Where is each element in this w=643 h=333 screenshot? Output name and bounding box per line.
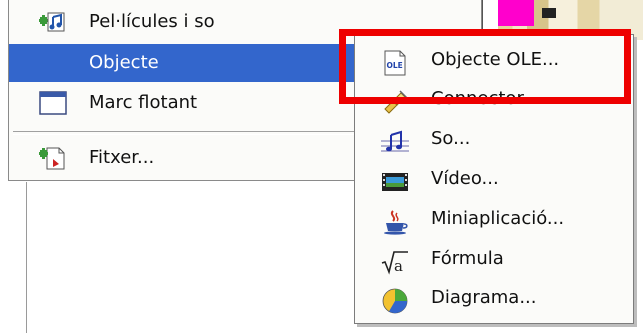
java-applet-icon (381, 209, 409, 235)
menu-item-films-sound-label: Pel·lícules i so (89, 11, 215, 32)
submenu-item-formula-label: Fórmula (431, 248, 504, 269)
submenu-item-applet-label: Miniaplicació... (431, 208, 565, 229)
floating-frame-icon (39, 90, 67, 116)
svg-text:a: a (394, 257, 403, 275)
insert-file-icon (39, 145, 67, 171)
menu-item-file-label: Fitxer... (89, 147, 155, 168)
film-sound-icon (39, 9, 67, 35)
highlight-box (339, 29, 631, 104)
film-strip-icon (381, 169, 409, 195)
formula-icon: a (381, 249, 409, 275)
menu-item-floating-frame-label: Marc flotant (89, 92, 198, 113)
submenu-item-formula[interactable]: a Fórmula (355, 242, 633, 280)
submenu-item-sound[interactable]: So... (355, 122, 633, 160)
image-dark-block (542, 8, 556, 18)
submenu-item-chart[interactable]: Diagrama... (355, 281, 633, 319)
submenu-item-video-label: Vídeo... (431, 168, 499, 189)
pie-chart-icon (381, 288, 409, 314)
submenu-item-video[interactable]: Vídeo... (355, 162, 633, 200)
submenu-item-sound-label: So... (431, 128, 471, 149)
submenu-item-applet[interactable]: Miniaplicació... (355, 202, 633, 240)
submenu-item-chart-label: Diagrama... (431, 287, 537, 308)
image-magenta-block (498, 0, 534, 26)
music-note-icon (381, 129, 409, 155)
menu-item-object-label: Objecte (89, 52, 159, 73)
document-margin-line (26, 182, 27, 333)
